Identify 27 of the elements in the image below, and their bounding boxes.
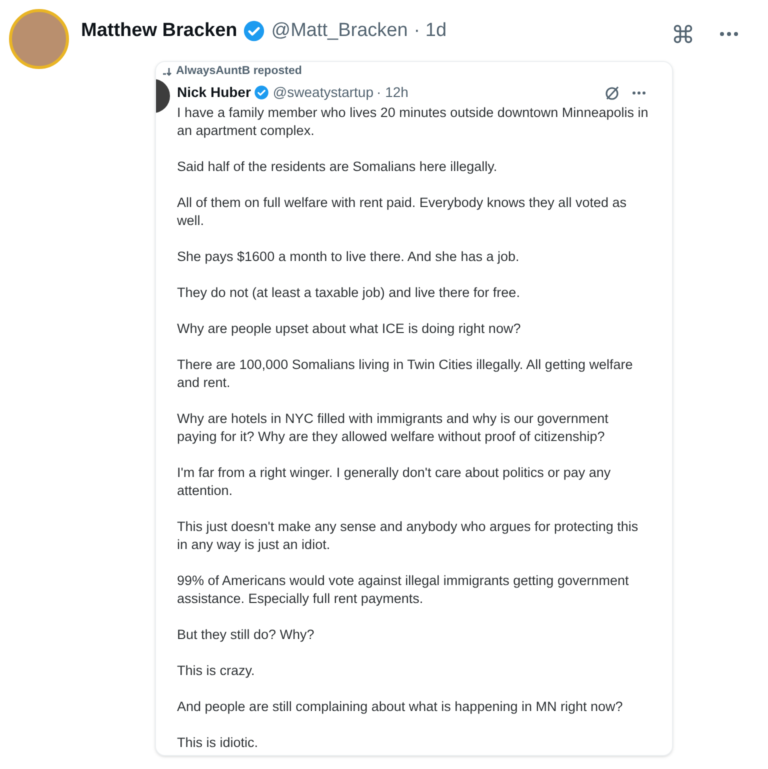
post-time: · 12h: [376, 83, 408, 102]
post-time: · 1d: [414, 19, 447, 43]
post-paragraph: Why are hotels in NYC filled with immigrants and why is our government paying for it? Why are they allowed welfare without proof of citizenship?: [177, 410, 610, 446]
post-paragraph: There are 100,000 Somalians living in Twin Cities illegally. All getting welfare and rent.: [177, 356, 634, 392]
author-name[interactable]: Nick Huber: [177, 82, 251, 104]
more-icon[interactable]: [632, 90, 646, 95]
post-paragraph: Said half of the residents are Somalians here illegally.: [177, 158, 498, 176]
post-paragraph: But they still do? Why?: [177, 626, 316, 644]
author-name[interactable]: Matthew Bracken: [81, 17, 238, 46]
post-paragraph: And people are still complaining about what is happening in MN right now?: [177, 698, 624, 716]
post-paragraph: This just doesn't make any sense and anybody who argues for protecting this in any way is just an idiot.: [177, 518, 640, 554]
post-paragraph: All of them on full welfare with rent paid. Everybody knows they all voted as well.: [177, 194, 628, 230]
slashed-circle-icon[interactable]: [604, 84, 620, 101]
post-paragraph: Why are people upset about what ICE is doing right now?: [177, 320, 522, 338]
more-icon[interactable]: [720, 32, 738, 36]
post-paragraph: 99% of Americans would vote against illegal immigrants getting government assistance. Especially full rent payments.: [177, 572, 630, 608]
post-paragraph: This is crazy.: [177, 662, 256, 680]
repost-label: AlwaysAuntB reposted: [176, 64, 302, 79]
post-paragraph: They do not (at least a taxable job) and live there for free.: [177, 284, 521, 302]
post-paragraph: I'm far from a right winger. I generally don't care about politics or pay any attention.: [177, 464, 612, 500]
post-paragraph: She pays $1600 a month to live there. And she has a job.: [177, 248, 520, 266]
command-icon[interactable]: [672, 23, 694, 45]
author-handle[interactable]: @sweatystartup: [272, 82, 374, 104]
post-paragraph: I have a family member who lives 20 minutes outside downtown Minneapolis in an apartment complex.: [177, 104, 650, 140]
repost-icon: [162, 66, 172, 77]
post-paragraph: This is idiotic.: [177, 734, 260, 752]
author-handle[interactable]: @Matt_Bracken: [271, 17, 408, 46]
